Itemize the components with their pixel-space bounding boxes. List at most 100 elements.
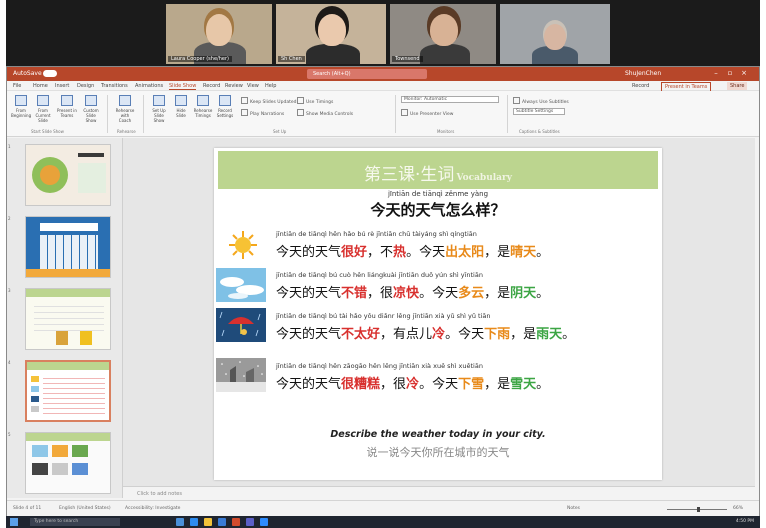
maximize-icon[interactable]: ▫: [725, 69, 735, 78]
present-in-teams-ribbon-button[interactable]: Present in Teams: [57, 95, 77, 118]
slide-number: 3: [8, 288, 11, 293]
custom-slide-show-button[interactable]: Custom Slide Show: [81, 95, 101, 123]
rain-icon: [216, 308, 266, 342]
sentence-pinyin: jīntiān de tiānqì bú tài hǎo yǒu diǎnr l…: [276, 312, 491, 320]
custom-show-icon: [85, 95, 97, 106]
tab-review[interactable]: Review: [225, 83, 243, 89]
language-status[interactable]: English (United States): [59, 506, 111, 511]
button-label: Rehearse with Coach: [115, 108, 135, 123]
zoom-level[interactable]: 66%: [733, 506, 743, 511]
rehearse-with-coach-button[interactable]: Rehearse with Coach: [115, 95, 135, 123]
record-settings-button[interactable]: Record Settings: [215, 95, 235, 118]
powerpoint-icon[interactable]: [232, 518, 240, 526]
sentence-chinese: 今天的天气不错，很凉快。今天多云，是阴天。: [276, 282, 549, 301]
subtitle-settings-button[interactable]: Subtitle Settings: [513, 108, 565, 115]
monitor-select[interactable]: Monitor: Automatic: [401, 96, 499, 103]
slide-number: 2: [8, 216, 11, 221]
video-tile-4[interactable]: [500, 4, 610, 64]
rehearse-timings-button[interactable]: Rehearse Timings: [193, 95, 213, 118]
zoom-icon[interactable]: [260, 518, 268, 526]
tab-help[interactable]: Help: [265, 83, 276, 89]
taskbar-search-input[interactable]: Type here to search: [30, 518, 120, 526]
slide-thumbnails-pane: 1 2 3 4 5: [7, 138, 123, 498]
user-name[interactable]: ShuJenChen: [625, 70, 661, 77]
sentence-text: ，很: [367, 286, 394, 301]
show-media-controls-checkbox[interactable]: Show Media Controls: [297, 109, 353, 117]
notes-toggle[interactable]: Notes: [567, 506, 580, 511]
clock[interactable]: 4:50 PM: [736, 519, 754, 524]
tab-design[interactable]: Design: [77, 83, 94, 89]
button-label: Custom Slide Show: [83, 108, 99, 123]
video-tile-2[interactable]: Sh Chen: [276, 4, 386, 64]
notes-pane[interactable]: Click to add notes: [123, 486, 755, 500]
prompt-english: Describe the weather today in your city.: [330, 429, 546, 440]
close-icon[interactable]: ×: [739, 69, 749, 78]
edge-icon[interactable]: [190, 518, 198, 526]
sentence-text: 。: [536, 377, 550, 392]
sentence-text: 。今天: [419, 377, 459, 392]
from-beginning-button[interactable]: From Beginning: [11, 95, 31, 118]
tab-animations[interactable]: Animations: [135, 83, 163, 89]
slideshow-icon: [37, 95, 49, 106]
sentence-text: 。今天: [445, 327, 485, 342]
sun-icon: [216, 228, 266, 262]
coach-icon: [119, 95, 131, 106]
tab-home[interactable]: Home: [33, 83, 48, 89]
group-label: Set Up: [273, 129, 287, 134]
record-icon: [219, 95, 231, 106]
video-tile-1[interactable]: Laura Cooper (she/her): [166, 4, 272, 64]
current-slide[interactable]: 第三课·生词 Vocabulary jīntiān de tiānqì zěnme…: [214, 148, 662, 480]
sentence-chinese: 今天的天气很糟糕，很冷。今天下雪，是雪天。: [276, 373, 549, 392]
file-explorer-icon[interactable]: [204, 518, 212, 526]
hide-slide-button[interactable]: Hide Slide: [171, 95, 191, 118]
question-chinese: 今天的天气怎么样？: [370, 201, 506, 219]
highlighted-word: 雪天: [510, 377, 537, 392]
video-tile-3[interactable]: Townsend: [390, 4, 496, 64]
set-up-slide-show-button[interactable]: Set Up Slide Show: [149, 95, 169, 123]
slide-count: Slide 4 of 11: [13, 506, 42, 511]
tab-file[interactable]: File: [13, 83, 21, 89]
always-use-subtitles-checkbox[interactable]: Always Use Subtitles: [513, 97, 569, 105]
notes-placeholder: Click to add notes: [137, 491, 182, 497]
highlighted-word: 多云: [458, 286, 485, 301]
record-button[interactable]: Record: [629, 82, 652, 90]
from-current-slide-button[interactable]: From Current Slide: [33, 95, 53, 123]
timer-icon: [197, 95, 209, 106]
sentence-pinyin: jīntiān de tiānqì hěn hǎo bú rè jīntiān …: [276, 230, 477, 238]
windows-start-icon[interactable]: [10, 518, 18, 526]
slide-title-chinese: 第三课·生词: [364, 165, 455, 185]
participant-name: Laura Cooper (she/her): [168, 56, 232, 62]
button-label: From Current Slide: [35, 108, 51, 123]
prompt-chinese: 说一说今天你所在城市的天气: [366, 446, 510, 459]
teams-icon[interactable]: [246, 518, 254, 526]
highlighted-word: 不错: [341, 286, 368, 301]
teams-icon: [61, 95, 73, 106]
status-bar: Slide 4 of 11 English (United States) Ac…: [7, 500, 759, 516]
zoom-slider-handle[interactable]: [697, 507, 700, 512]
accessibility-status[interactable]: Accessibility: Investigate: [125, 506, 180, 511]
search-input[interactable]: Search (Alt+Q): [307, 69, 427, 79]
autosave-label: AutoSave: [13, 70, 42, 77]
tab-view[interactable]: View: [247, 83, 259, 89]
button-label: Hide Slide: [176, 108, 186, 118]
use-timings-checkbox[interactable]: Use Timings: [297, 97, 333, 105]
taskview-icon[interactable]: [176, 518, 184, 526]
use-presenter-view-checkbox[interactable]: Use Presenter View: [401, 109, 453, 117]
share-button[interactable]: Share: [727, 82, 748, 90]
slide-header-band: 第三课·生词 Vocabulary: [218, 151, 658, 189]
highlighted-word: 下雪: [458, 377, 485, 392]
keep-slides-updated-checkbox[interactable]: Keep Slides Updated: [241, 97, 296, 105]
autosave-toggle[interactable]: [43, 70, 57, 77]
slide-title: 第三课·生词 Vocabulary: [218, 160, 658, 185]
participant-name: Sh Chen: [278, 56, 305, 62]
tab-record[interactable]: Record: [203, 83, 220, 89]
tab-insert[interactable]: Insert: [55, 83, 69, 89]
tab-slide-show[interactable]: Slide Show: [169, 83, 197, 90]
ribbon-divider: [507, 95, 508, 133]
word-icon[interactable]: [218, 518, 226, 526]
minimize-icon[interactable]: –: [711, 69, 721, 78]
highlighted-word: 阴天: [510, 286, 537, 301]
participant-name: Townsend: [392, 56, 423, 62]
tab-transitions[interactable]: Transitions: [101, 83, 128, 89]
play-narrations-checkbox[interactable]: Play Narrations: [241, 109, 284, 117]
